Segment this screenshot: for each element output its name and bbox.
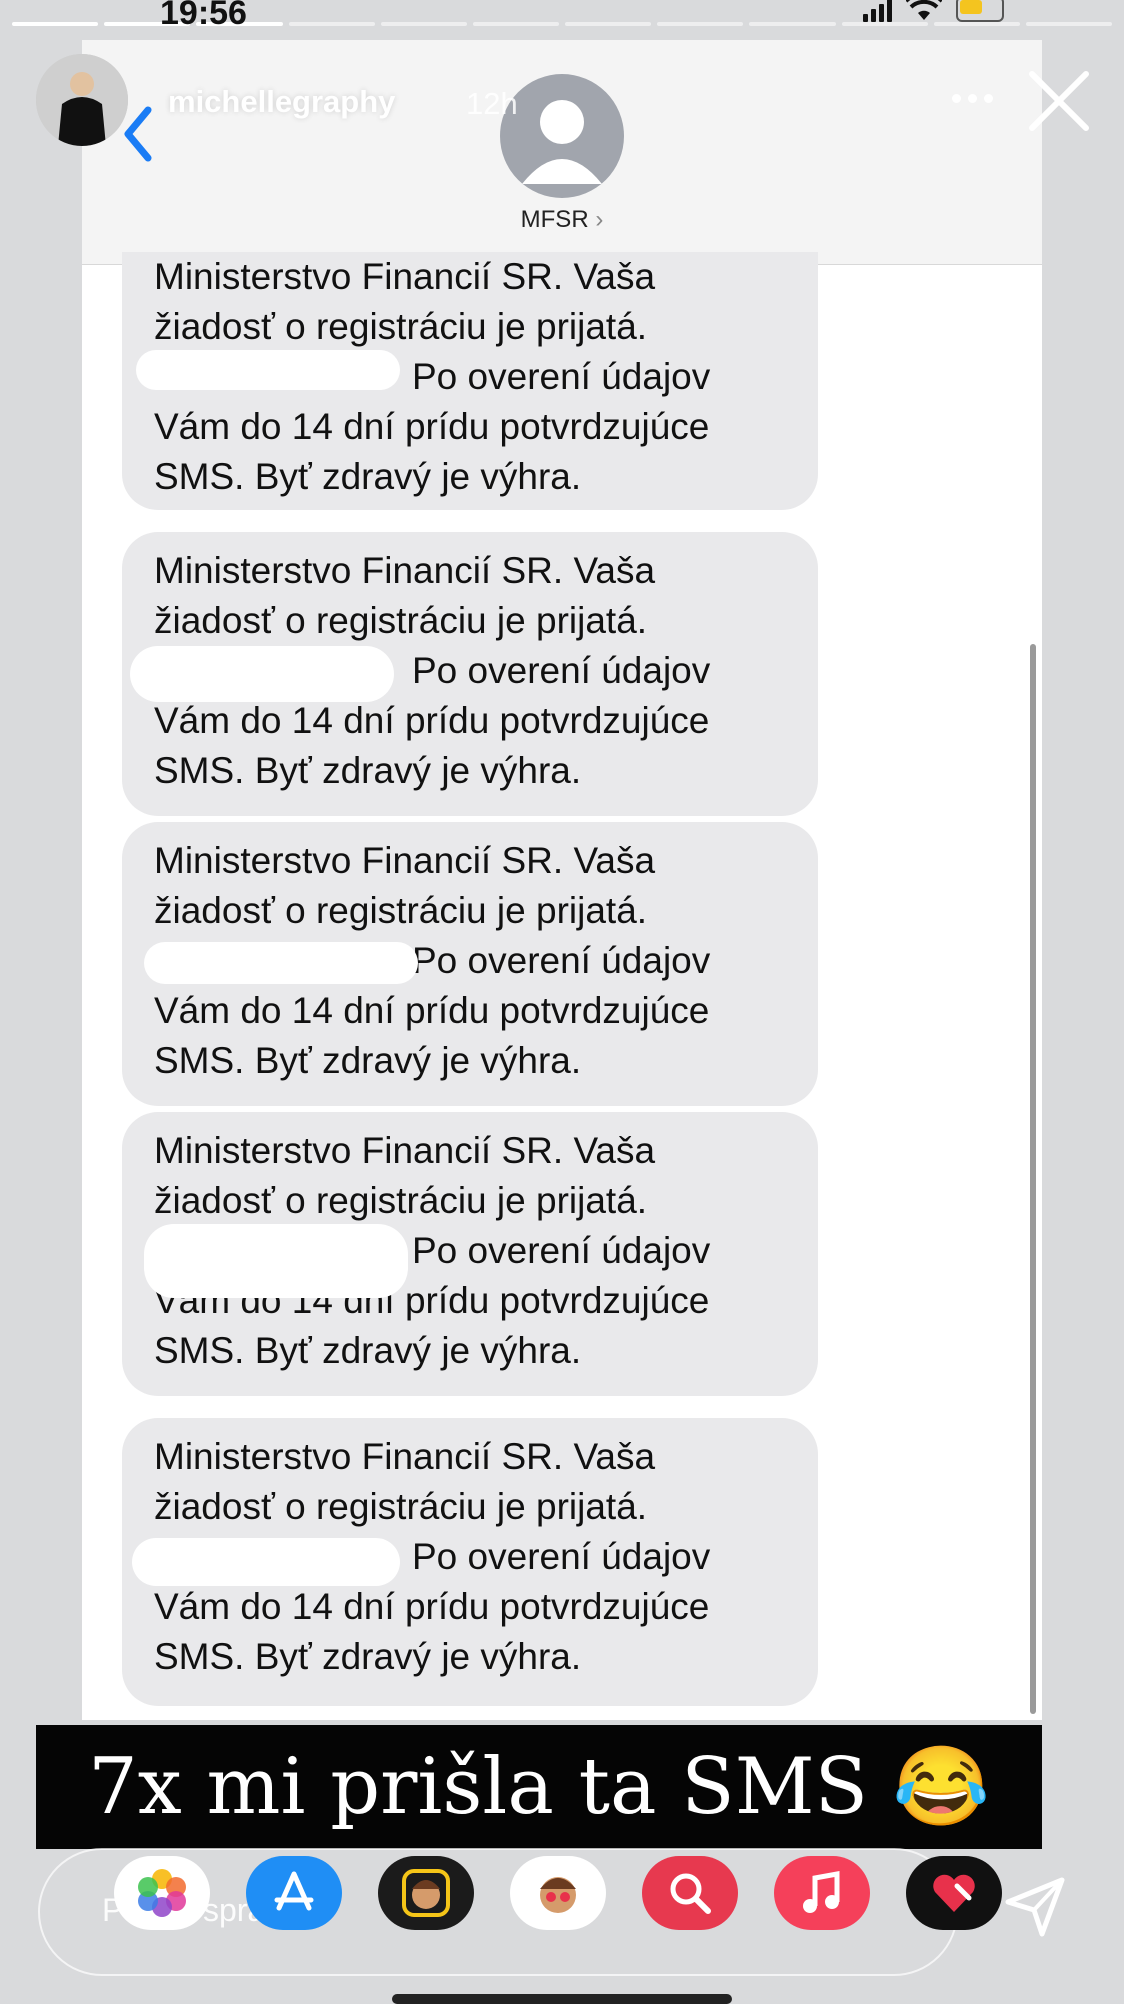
story-progress-segment — [12, 22, 99, 26]
shared-sms-screenshot: MFSR › Ministerstvo Financií SR. Vaša ži… — [82, 40, 1042, 1720]
redaction-scribble — [132, 1538, 400, 1586]
caption-text: 7x mi prišla ta SMS 😂 — [88, 1742, 990, 1832]
cellular-signal-icon — [863, 0, 892, 22]
home-indicator — [392, 1994, 732, 2004]
status-time: 19:56 — [160, 0, 247, 32]
contact-name[interactable]: MFSR › — [82, 206, 1042, 234]
more-options-icon[interactable] — [942, 78, 1002, 118]
battery-icon — [956, 0, 1004, 22]
sms-bubble: Ministerstvo Financií SR. Vaša žiadosť o… — [122, 822, 818, 1106]
story-progress-segment — [841, 22, 928, 26]
wifi-icon — [906, 0, 942, 20]
web-search-icon[interactable] — [642, 1856, 738, 1930]
avatar[interactable] — [36, 54, 128, 146]
story-username[interactable]: michellegraphy — [168, 84, 395, 120]
story-progress-segment — [1025, 22, 1113, 26]
story-progress-segment — [749, 22, 836, 26]
memoji-icon[interactable] — [378, 1856, 474, 1930]
close-icon[interactable] — [1024, 66, 1094, 136]
story-time: 12h — [466, 86, 518, 121]
story-progress-segment — [288, 22, 375, 26]
sms-bubble: Ministerstvo Financií SR. Vaša žiadosť o… — [122, 1418, 818, 1706]
redaction-scribble — [144, 1224, 408, 1298]
story-caption: 7x mi prišla ta SMS 😂 — [36, 1725, 1042, 1849]
chevron-right-icon: › — [595, 206, 604, 233]
story-progress-segment — [565, 22, 652, 26]
send-icon[interactable] — [1000, 1872, 1070, 1942]
digital-touch-icon[interactable] — [906, 1856, 1002, 1930]
story-header: michellegraphy 12h — [36, 50, 1094, 150]
sms-bubble: Ministerstvo Financií SR. Vaša žiadosť o… — [122, 532, 818, 816]
imessage-app-strip — [114, 1856, 1002, 1930]
redaction-scribble — [136, 350, 400, 390]
sms-bubble: Ministerstvo Financií SR. Vaša žiadosť o… — [122, 252, 818, 510]
scroll-indicator — [1030, 644, 1036, 1714]
music-icon[interactable] — [774, 1856, 870, 1930]
story-progress-segment — [380, 22, 467, 26]
status-icons — [863, 0, 1004, 22]
story-progress-segment — [933, 22, 1020, 26]
story-progress-segment — [472, 22, 560, 26]
memoji-stickers-icon[interactable] — [510, 1856, 606, 1930]
story-progress-segment — [657, 22, 744, 26]
photos-icon[interactable] — [114, 1856, 210, 1930]
sms-bubble: Ministerstvo Financií SR. Vaša žiadosť o… — [122, 1112, 818, 1396]
redaction-scribble — [130, 646, 394, 702]
redaction-scribble — [144, 942, 418, 984]
app-store-icon[interactable] — [246, 1856, 342, 1930]
status-bar: 19:56 — [0, 0, 1124, 32]
